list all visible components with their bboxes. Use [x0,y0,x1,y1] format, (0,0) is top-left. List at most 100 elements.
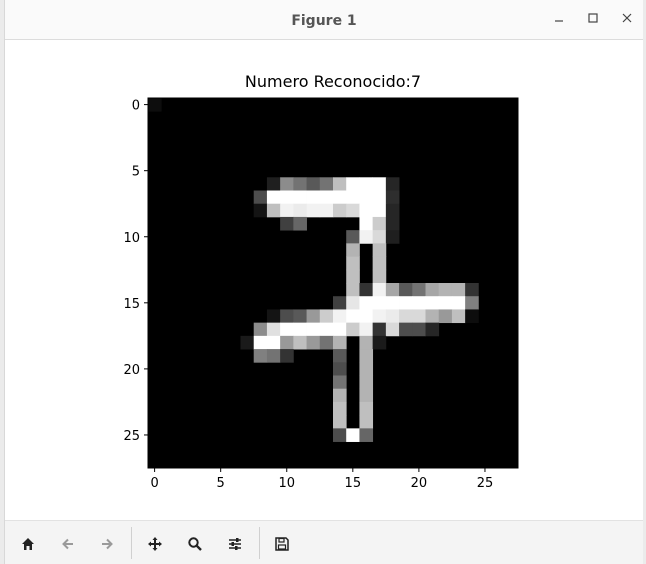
heatmap-cell [385,322,400,337]
save-disk-icon [275,537,289,551]
heatmap-cell [148,98,162,112]
heatmap-cell [306,322,321,337]
heatmap-cell [333,415,347,429]
y-tick-label: 15 [123,297,140,312]
heatmap-cell [399,283,413,297]
heatmap-cell [253,190,268,205]
window-title: Figure 1 [291,13,357,29]
heatmap-cell [319,335,334,350]
heatmap-cell [266,349,281,363]
heatmap-cell [465,309,479,324]
heatmap-cell [372,269,387,284]
configure-subplots-icon [229,538,241,550]
heatmap-cell [346,322,360,337]
heatmap-cell [280,177,294,191]
heatmap-cell [372,190,387,205]
heatmap-cell [240,335,255,350]
figure-window: Figure 1 Numero Reconocido:7 0 5 10 15 20 25 … [4,0,643,564]
toolbar-separator [131,527,132,559]
x-tick-label: 5 [217,476,225,491]
home-button[interactable] [17,533,39,555]
heatmap-cell [293,177,307,191]
back-button[interactable] [57,533,79,555]
heatmap-cell [333,401,347,416]
heatmap-cell [333,190,347,205]
heatmap-cell [306,190,321,205]
heatmap-cell [319,203,334,218]
heatmap-cell [465,283,479,297]
forward-arrow-icon [102,538,113,550]
close-icon [622,13,632,23]
heatmap-cell [280,216,294,231]
heatmap-cell [359,309,374,324]
heatmap-cell [359,203,374,218]
heatmap-cell [451,309,466,324]
heatmap-cell [372,256,387,271]
heatmap-cell [359,349,374,363]
heatmap-cell [266,190,281,205]
x-tick-label: 10 [278,476,295,491]
heatmap-cell [359,296,374,310]
heatmap-cell [385,177,400,191]
heatmap-cell [319,322,334,337]
heatmap-cell [412,283,426,297]
heatmap-cell [359,190,374,205]
heatmap-cell [293,216,307,231]
figure-canvas[interactable]: Numero Reconocido:7 0 5 10 15 20 25 0 5 10 15 20 2… [5,40,643,520]
heatmap-cell [359,388,374,403]
heatmap-cell [346,230,360,244]
heatmap-cell [280,335,294,350]
heatmap-cell [399,296,413,310]
heatmap-cell [306,203,321,218]
maximize-button[interactable] [583,10,603,30]
save-button[interactable] [271,533,293,555]
configure-subplots-button[interactable] [224,533,246,555]
x-tick-label: 0 [150,476,158,491]
heatmap-cell [293,335,307,350]
heatmap-cell [346,269,360,284]
close-button[interactable] [617,10,637,30]
x-tick-label: 15 [345,476,362,491]
heatmap-cell [306,309,321,324]
heatmap-cell [280,203,294,218]
heatmap-cell [266,309,281,324]
heatmap-cell [293,203,307,218]
heatmap-cell [372,243,387,257]
heatmap-cell [372,203,387,218]
heatmap-cell [399,322,413,337]
heatmap-cell [438,296,453,310]
heatmap-cell [266,177,281,191]
heatmap-cell [333,177,347,191]
heatmap-cell [359,375,374,390]
heatmap-cell [372,230,387,244]
heatmap-cell [438,283,453,297]
heatmap-cell [359,401,374,416]
heatmap-cell [333,388,347,403]
heatmap-cell [412,296,426,310]
y-tick-label: 25 [123,429,140,444]
x-tick-label: 20 [411,476,428,491]
heatmap-cell [346,309,360,324]
heatmap-cell [333,428,347,442]
heatmap-cell [359,216,374,231]
heatmap-cell [385,296,400,310]
heatmap-cell [333,203,347,218]
title-bar[interactable]: Figure 1 [5,0,643,40]
heatmap-cell [425,309,440,324]
heatmap-cell [465,296,479,310]
heatmap-cell [319,190,334,205]
heatmap-cell [333,322,347,337]
back-arrow-icon [62,538,73,550]
pan-button[interactable] [144,533,166,555]
zoom-button[interactable] [184,533,206,555]
forward-button[interactable] [96,533,118,555]
heatmap-cell [306,177,321,191]
heatmap-cell [333,349,347,363]
heatmap-cell [280,322,294,337]
heatmap-cell [451,283,466,297]
heatmap-cell [306,335,321,350]
heatmap-cell [319,309,334,324]
heatmap-cell [359,177,374,191]
minimize-button[interactable] [549,10,569,30]
heatmap-cell [412,309,426,324]
